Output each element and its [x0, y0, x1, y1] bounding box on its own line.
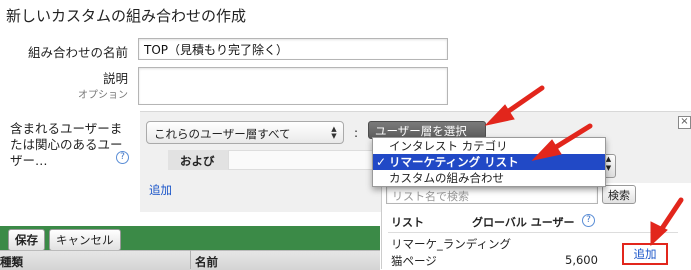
arrow-head-remarketing [531, 139, 562, 161]
annotation-arrows [484, 85, 684, 247]
